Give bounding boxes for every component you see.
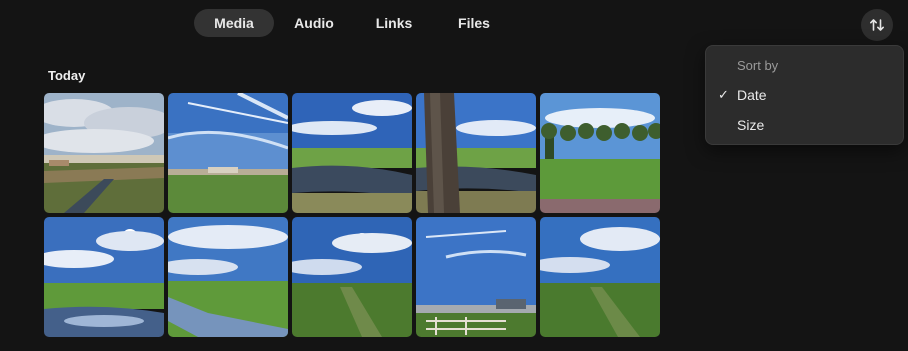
sort-menu-header: Sort by [737, 58, 779, 73]
sort-option-date[interactable]: ✓ Date [706, 81, 903, 109]
section-title-today: Today [48, 68, 86, 83]
media-thumbnail[interactable] [540, 217, 660, 337]
tab-files[interactable]: Files [434, 9, 514, 37]
sort-option-size[interactable]: Size [706, 111, 903, 139]
tab-links[interactable]: Links [354, 9, 434, 37]
media-thumbnail[interactable] [168, 93, 288, 213]
media-thumbnail[interactable] [44, 217, 164, 337]
sort-button[interactable] [861, 9, 893, 41]
media-thumbnail[interactable] [416, 93, 536, 213]
sort-option-label: Size [737, 117, 765, 133]
media-thumbnail[interactable] [44, 93, 164, 213]
sort-menu: Sort by ✓ Date Size [705, 45, 904, 145]
tab-audio[interactable]: Audio [274, 9, 354, 37]
media-tabs: Media Audio Links Files [194, 9, 514, 37]
media-thumbnail[interactable] [292, 217, 412, 337]
media-thumbnail[interactable] [416, 217, 536, 337]
media-thumbnail[interactable] [168, 217, 288, 337]
checkmark-icon: ✓ [718, 87, 729, 102]
media-thumbnail[interactable] [292, 93, 412, 213]
media-browser: Media Audio Links Files Today Sort by ✓ … [0, 0, 908, 351]
media-thumbnail[interactable] [540, 93, 660, 213]
tab-media[interactable]: Media [194, 9, 274, 37]
media-grid [44, 93, 660, 337]
sort-arrows-icon [870, 19, 884, 31]
sort-option-label: Date [737, 87, 767, 103]
